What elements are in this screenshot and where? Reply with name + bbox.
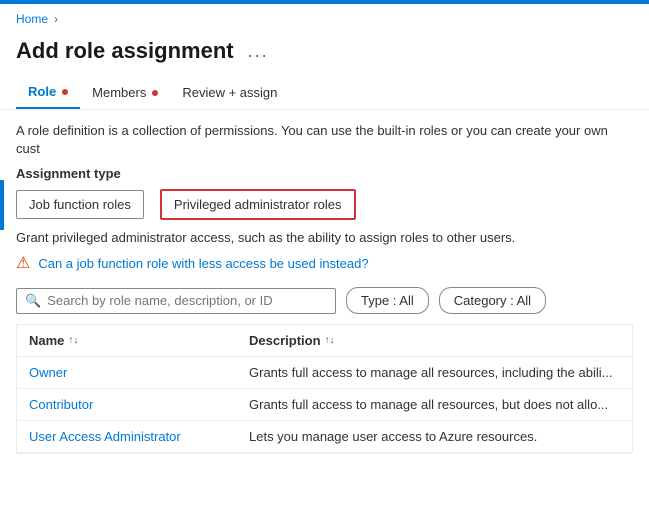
tab-members-dot	[152, 90, 158, 96]
category-filter-button[interactable]: Category : All	[439, 287, 546, 314]
table-row[interactable]: Owner Grants full access to manage all r…	[17, 357, 632, 389]
warning-text[interactable]: Can a job function role with less access…	[38, 256, 368, 271]
row-owner-name[interactable]: Owner	[29, 365, 249, 380]
table-header: Name ↑↓ Description ↑↓	[17, 325, 632, 357]
tabs-bar: Role Members Review + assign	[0, 76, 649, 110]
search-icon: 🔍	[25, 293, 41, 309]
tab-role[interactable]: Role	[16, 76, 80, 109]
grant-text: Grant privileged administrator access, s…	[16, 230, 633, 245]
assignment-type-label: Assignment type	[16, 166, 633, 181]
table-row[interactable]: User Access Administrator Lets you manag…	[17, 421, 632, 453]
search-box[interactable]: 🔍	[16, 288, 336, 314]
col-name-label: Name	[29, 333, 64, 348]
privileged-admin-button[interactable]: Privileged administrator roles	[160, 189, 356, 220]
search-input[interactable]	[47, 293, 327, 308]
warning-icon: ⚠	[16, 253, 30, 273]
tab-members[interactable]: Members	[80, 76, 170, 109]
row-owner-desc: Grants full access to manage all resourc…	[249, 365, 620, 380]
tab-role-label: Role	[28, 84, 56, 99]
table-row[interactable]: Contributor Grants full access to manage…	[17, 389, 632, 421]
row-contributor-desc: Grants full access to manage all resourc…	[249, 397, 620, 412]
tab-review[interactable]: Review + assign	[170, 76, 289, 109]
col-desc-sort-icon: ↑↓	[325, 335, 335, 346]
breadcrumb-separator: ›	[54, 12, 58, 26]
content-area: A role definition is a collection of per…	[0, 110, 649, 466]
breadcrumb: Home ›	[0, 4, 649, 34]
ellipsis-button[interactable]: ...	[244, 41, 273, 62]
tab-members-label: Members	[92, 85, 146, 100]
row-contributor-name[interactable]: Contributor	[29, 397, 249, 412]
tab-review-label: Review + assign	[182, 85, 277, 100]
left-accent	[0, 180, 4, 230]
col-name-sort-icon: ↑↓	[68, 335, 78, 346]
job-function-button[interactable]: Job function roles	[16, 190, 144, 219]
col-header-name[interactable]: Name ↑↓	[29, 333, 249, 348]
warning-row: ⚠ Can a job function role with less acce…	[16, 253, 633, 273]
page-header: Add role assignment ...	[0, 34, 649, 76]
col-header-description[interactable]: Description ↑↓	[249, 333, 620, 348]
type-filter-button[interactable]: Type : All	[346, 287, 429, 314]
table-container: Name ↑↓ Description ↑↓ Owner Grants full…	[16, 324, 633, 454]
row-useraccess-name[interactable]: User Access Administrator	[29, 429, 249, 444]
description-text: A role definition is a collection of per…	[16, 122, 633, 158]
search-filter-row: 🔍 Type : All Category : All	[16, 287, 633, 314]
breadcrumb-home[interactable]: Home	[16, 12, 48, 26]
page-title: Add role assignment	[16, 38, 234, 64]
row-useraccess-desc: Lets you manage user access to Azure res…	[249, 429, 620, 444]
tab-role-dot	[62, 89, 68, 95]
role-type-buttons: Job function roles Privileged administra…	[16, 189, 633, 220]
col-desc-label: Description	[249, 333, 321, 348]
